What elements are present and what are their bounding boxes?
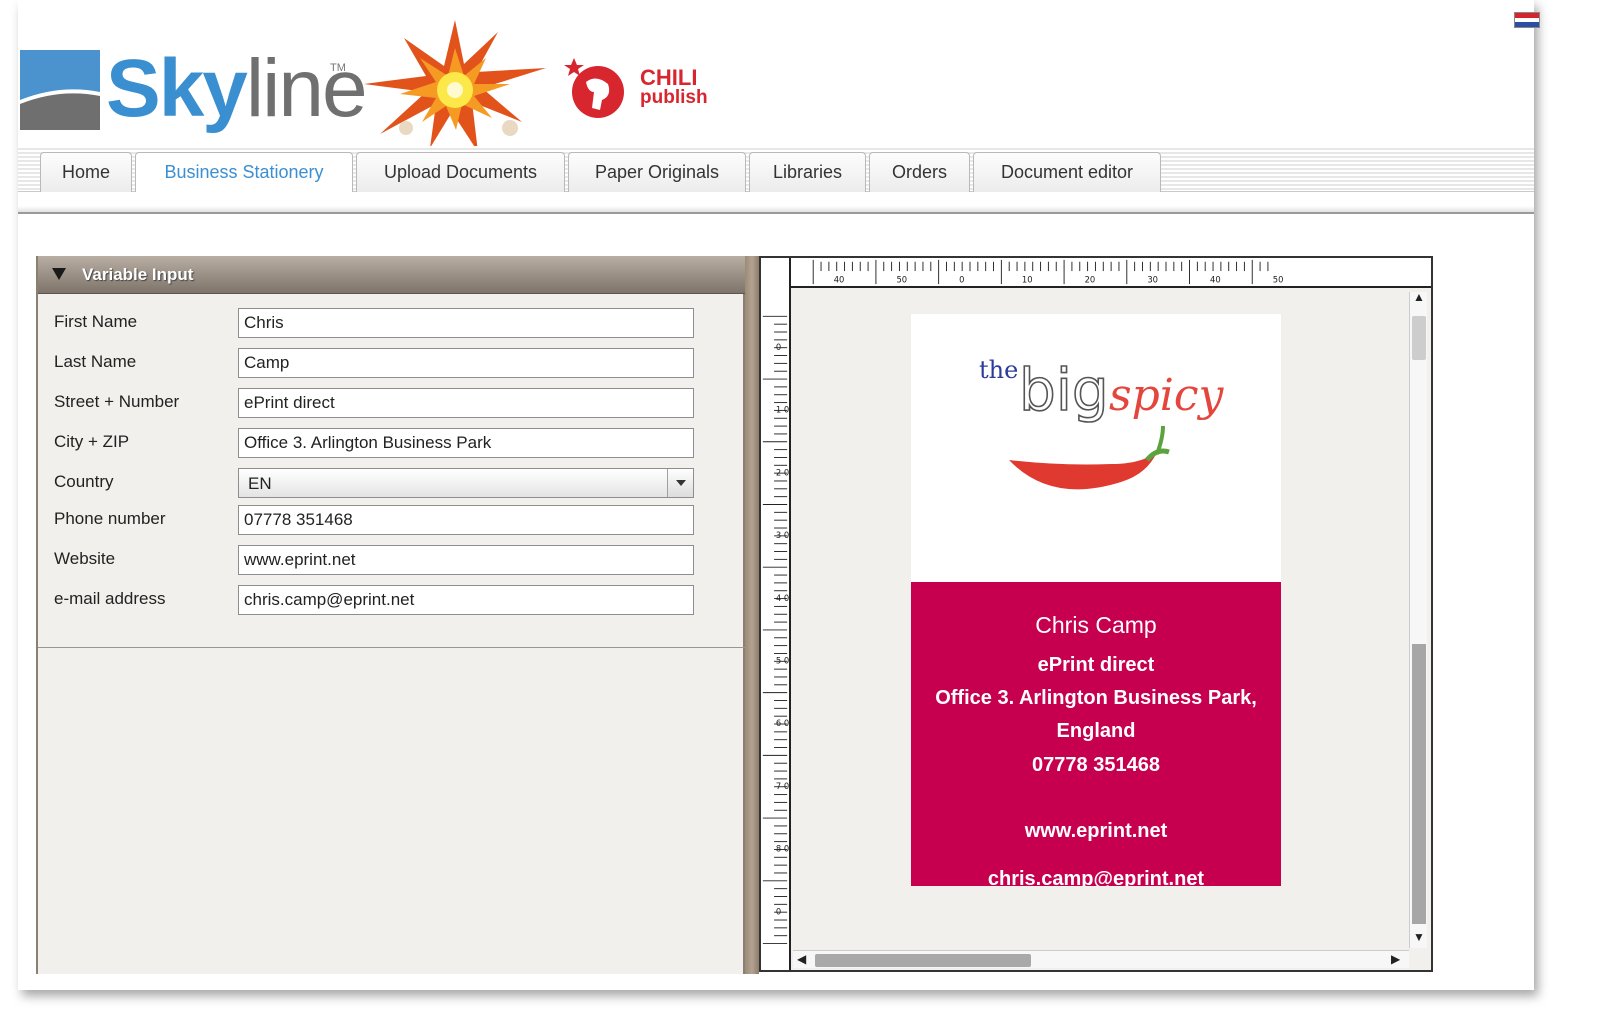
- card-website: www.eprint.net: [1024, 820, 1168, 842]
- panel-title: Variable Input: [82, 265, 194, 284]
- vertical-scrollbar[interactable]: ▲ ▼: [1409, 290, 1427, 948]
- ruler-label: 50: [896, 274, 907, 284]
- logo-spicy-text: spicy: [1109, 370, 1224, 421]
- phone-label: Phone number: [54, 509, 166, 528]
- ruler-label: 2 0: [776, 467, 789, 477]
- skyline-logo-icon: [20, 50, 100, 130]
- main-tab-bar: Home Business Stationery Upload Document…: [18, 146, 1534, 192]
- variable-input-header[interactable]: Variable Input: [38, 256, 745, 294]
- ruler-label: 0: [776, 342, 781, 352]
- ruler-label: 0: [959, 274, 964, 284]
- first-name-input[interactable]: Chris: [238, 308, 694, 338]
- variable-input-panel: Variable Input First Name Chris Last Nam…: [36, 256, 745, 974]
- collapse-triangle-icon[interactable]: [52, 268, 66, 280]
- tab-home[interactable]: Home: [40, 152, 132, 192]
- horizontal-ruler: 40 50 0 10 20 30 40 50: [761, 258, 1431, 288]
- ruler-label: 5 0: [776, 656, 789, 666]
- website-input[interactable]: www.eprint.net: [238, 545, 694, 575]
- ruler-label: 40: [834, 274, 845, 284]
- first-name-label: First Name: [54, 312, 138, 331]
- ruler-label: 0: [776, 906, 781, 916]
- phone-input[interactable]: 07778 351468: [238, 505, 694, 535]
- chili-pepper-icon: [1009, 425, 1170, 490]
- logo-big-text: big: [1019, 356, 1109, 424]
- card-address-line2: England: [1056, 720, 1136, 742]
- dutch-flag-icon[interactable]: [1514, 12, 1540, 28]
- ruler-label: 3 0: [776, 530, 789, 540]
- street-number-input[interactable]: ePrint direct: [238, 388, 694, 418]
- ruler-label: 4 0: [776, 593, 789, 603]
- trademark-mark: TM: [330, 62, 346, 74]
- last-name-label: Last Name: [54, 352, 137, 371]
- ruler-label: 40: [1210, 274, 1221, 284]
- header-logos: Skyline TM CHILI publish: [20, 8, 720, 152]
- ruler-label: 1 0: [776, 405, 789, 415]
- horizontal-scrollbar[interactable]: ◀ ▶: [793, 950, 1409, 968]
- city-zip-label: City + ZIP: [54, 432, 130, 451]
- website-label: Website: [54, 549, 116, 568]
- chili-publish-logo-text: CHILI publish: [640, 65, 708, 108]
- document-editor-canvas: 40 50 0 10 20 30 40 50 0 1 0 2 0 3 0 4 0 5 0 6 0 7 0 8 …: [759, 256, 1433, 972]
- street-number-label: Street + Number: [54, 392, 180, 411]
- skyline-logo-text: Skyline: [106, 43, 368, 134]
- ruler-label: 30: [1147, 274, 1158, 284]
- email-input[interactable]: chris.camp@eprint.net: [238, 585, 694, 615]
- explosion-graphic: [364, 20, 546, 152]
- ruler-label: 50: [1273, 274, 1284, 284]
- city-zip-input[interactable]: Office 3. Arlington Business Park: [238, 428, 694, 458]
- tab-business-stationery[interactable]: Business Stationery: [135, 152, 353, 192]
- ruler-label: 6 0: [776, 718, 789, 728]
- tab-orders[interactable]: Orders: [869, 152, 970, 192]
- scroll-right-icon[interactable]: ▶: [1391, 952, 1400, 966]
- tab-document-editor[interactable]: Document editor: [973, 152, 1161, 192]
- ruler-label: 7 0: [776, 781, 789, 791]
- scroll-up-icon[interactable]: ▲: [1413, 290, 1425, 304]
- card-address-line1: Office 3. Arlington Business Park,: [935, 687, 1257, 709]
- panel-splitter[interactable]: [745, 256, 759, 974]
- business-card-preview[interactable]: the big spicy Chris Camp ePrint direct O…: [911, 314, 1281, 886]
- scroll-down-icon[interactable]: ▼: [1413, 930, 1425, 944]
- horizontal-scroll-thumb[interactable]: [815, 954, 1031, 967]
- vertical-scroll-thumb[interactable]: [1412, 316, 1426, 360]
- card-company: ePrint direct: [1037, 654, 1155, 676]
- vertical-ruler: 0 1 0 2 0 3 0 4 0 5 0 6 0 7 0 8 0 0: [761, 288, 791, 970]
- big-spicy-logo: the big spicy: [979, 355, 1224, 490]
- ruler-label: 20: [1085, 274, 1096, 284]
- email-label: e-mail address: [54, 589, 166, 608]
- chili-logo-icon: [564, 58, 624, 118]
- header-separator: [18, 206, 1534, 214]
- ruler-label: 10: [1022, 274, 1033, 284]
- card-name: Chris Camp: [1035, 612, 1157, 638]
- card-contact-block: Chris Camp ePrint direct Office 3. Arlin…: [911, 582, 1281, 886]
- country-select[interactable]: EN: [238, 468, 694, 498]
- country-label: Country: [54, 472, 114, 491]
- card-email: chris.camp@eprint.net: [987, 868, 1205, 886]
- tab-libraries[interactable]: Libraries: [749, 152, 866, 192]
- tab-upload-documents[interactable]: Upload Documents: [356, 152, 565, 192]
- scroll-left-icon[interactable]: ◀: [797, 952, 806, 966]
- app-window: Skyline TM CHILI publish Home Business S…: [18, 0, 1540, 990]
- country-select-value: EN: [248, 474, 272, 493]
- chevron-down-icon[interactable]: [667, 469, 693, 497]
- logo-the-text: the: [979, 356, 1018, 384]
- card-phone: 07778 351468: [1032, 754, 1160, 776]
- variable-input-form: First Name Chris Last Name Camp Street +…: [38, 294, 745, 648]
- ruler-corner: [761, 258, 791, 288]
- tab-paper-originals[interactable]: Paper Originals: [568, 152, 746, 192]
- ruler-label: 8 0: [776, 844, 789, 854]
- last-name-input[interactable]: Camp: [238, 348, 694, 378]
- vertical-scroll-track[interactable]: [1412, 644, 1426, 924]
